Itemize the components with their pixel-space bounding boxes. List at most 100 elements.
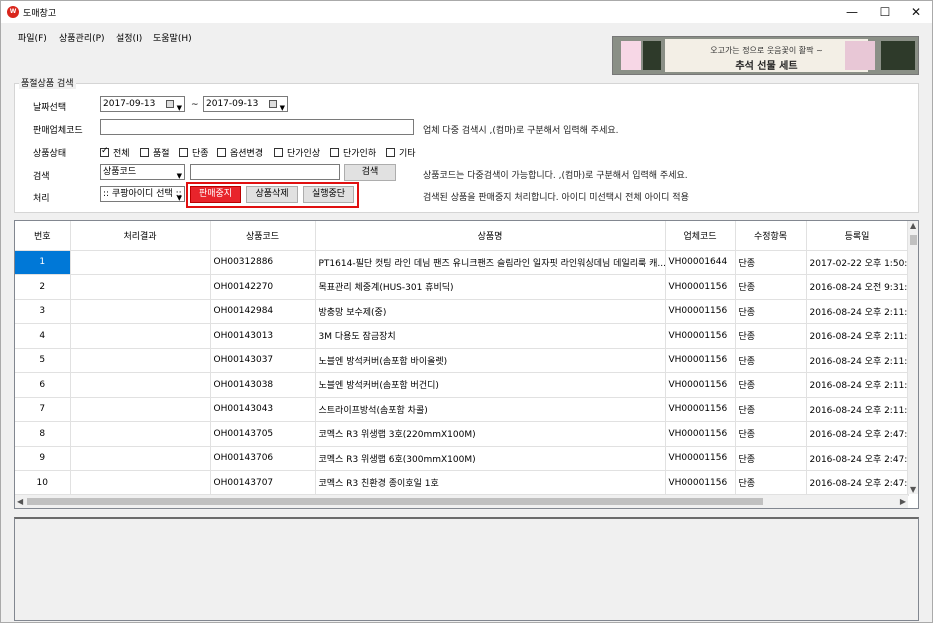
col-header-no[interactable]: 번호 <box>15 221 71 251</box>
menu-file[interactable]: 파일(F) <box>18 31 47 44</box>
table-row[interactable]: 2 OH00142270 목표관리 체중계(HUS-301 휴비딕) VH000011… <box>15 274 909 300</box>
maximize-button[interactable]: ☐ <box>868 1 902 23</box>
date-label: 날짜선택 <box>33 103 67 113</box>
cell-vendor: VH00001156 <box>665 397 736 422</box>
checkbox-icon <box>386 148 395 157</box>
search-group-title: 품절상품 검색 <box>19 76 76 89</box>
gift-box-image <box>621 41 641 70</box>
cell-vendor: VH00001156 <box>665 299 736 324</box>
delete-product-button[interactable]: 상품삭제 <box>246 186 298 203</box>
menu-product[interactable]: 상품관리(P) <box>59 31 105 44</box>
table-row[interactable]: 10 OH00143707 코멕스 R3 친환경 종이호일 1호 VH00001156… <box>15 470 909 496</box>
chevron-down-icon: ▼ <box>176 172 182 180</box>
status-checkbox-price-up[interactable]: 단가인상 <box>274 146 320 159</box>
scroll-down-icon[interactable]: ▼ <box>910 485 916 494</box>
cell-date: 2016-08-24 오후 2:11:00 <box>806 372 909 398</box>
scroll-up-icon[interactable]: ▲ <box>910 221 916 230</box>
checkbox-icon <box>217 148 226 157</box>
status-checkbox-all[interactable]: 전체 <box>100 146 130 159</box>
cell-date: 2016-08-24 오후 2:47:00 <box>806 470 909 496</box>
date-from-value: 2017-09-13 <box>103 99 156 109</box>
date-to-picker[interactable]: 2017-09-13 ▼ <box>203 96 288 112</box>
cell-vendor: VH00001156 <box>665 323 736 349</box>
search-type-select[interactable]: 상품코드 ▼ <box>100 164 185 180</box>
product-grid[interactable]: 번호 처리결과 상품코드 상품명 업체코드 수정항목 등록일 1 OH003128… <box>14 220 919 509</box>
table-row[interactable]: 1 OH00312886 PT1614-필단 컷팅 라인 데님 팬즈 유니크팬즈 슬… <box>15 250 909 275</box>
scroll-right-icon[interactable]: ▶ <box>900 497 906 506</box>
minimize-button[interactable]: — <box>835 1 869 23</box>
search-button[interactable]: 검색 <box>344 164 396 181</box>
chevron-down-icon: ▼ <box>279 104 285 112</box>
table-row[interactable]: 7 OH00143043 스트라이프방석(솜포함 차콜) VH00001156 단종 20… <box>15 397 909 422</box>
menu-help[interactable]: 도움말(H) <box>153 31 192 44</box>
search-type-value: 상품코드 <box>103 167 137 177</box>
status-label: 상품상태 <box>33 149 67 159</box>
col-header-result[interactable]: 처리결과 <box>70 221 211 251</box>
cell-result <box>70 397 211 422</box>
vendor-code-input[interactable] <box>100 119 414 135</box>
table-header-row: 번호 처리결과 상품코드 상품명 업체코드 수정항목 등록일 <box>15 221 909 251</box>
stop-sale-button[interactable]: 판매중지 <box>190 186 241 203</box>
search-input[interactable] <box>190 164 340 180</box>
close-button[interactable]: ✕ <box>899 1 933 23</box>
cell-date: 2016-08-24 오후 2:11:00 <box>806 397 909 422</box>
cell-no: 5 <box>15 348 71 373</box>
abort-button[interactable]: 실행중단 <box>303 186 354 203</box>
search-label: 검색 <box>33 172 50 182</box>
process-hint: 검색된 상품을 판매중지 처리합니다. 아이디 미선택시 전체 아이디 적용 <box>423 193 689 203</box>
col-header-date[interactable]: 등록일 <box>806 221 909 251</box>
process-label: 처리 <box>33 194 50 204</box>
table-row[interactable]: 8 OH00143705 코멕스 R3 위생랩 3호(220mmX100M) VH00… <box>15 421 909 447</box>
vertical-scroll-thumb[interactable] <box>910 235 917 245</box>
col-header-modified[interactable]: 수정항목 <box>735 221 807 251</box>
table-row[interactable]: 3 OH00142984 방충망 보수제(중) VH00001156 단종 2016-08… <box>15 299 909 324</box>
calendar-icon <box>269 100 277 108</box>
horizontal-scrollbar[interactable]: ◀ ▶ <box>15 494 908 508</box>
cell-code: OH00142984 <box>210 299 316 324</box>
date-from-picker[interactable]: 2017-09-13 ▼ <box>100 96 185 112</box>
table-row[interactable]: 4 OH00143013 3M 다용도 잠금장치 VH00001156 단종 2016-0… <box>15 323 909 349</box>
cell-date: 2017-02-22 오후 1:50:00 <box>806 250 909 275</box>
table-row[interactable]: 9 OH00143706 코멕스 R3 위생랩 6호(300mmX100M) VH00… <box>15 446 909 471</box>
chevron-down-icon: ▼ <box>176 194 182 202</box>
cell-code: OH00143013 <box>210 323 316 349</box>
cell-result <box>70 250 211 275</box>
cell-name: 노블엔 방석커버(솜포함 바이올렛) <box>315 348 666 373</box>
cell-result <box>70 372 211 398</box>
promo-banner[interactable]: 오고가는 정으로 웃음꽃이 활짝 ~ 추석 선물 세트 <box>612 36 919 75</box>
cell-date: 2016-08-24 오후 2:47:00 <box>806 446 909 471</box>
horizontal-scroll-thumb[interactable] <box>27 498 763 505</box>
cell-no: 4 <box>15 323 71 349</box>
menu-settings[interactable]: 설정(I) <box>116 31 142 44</box>
status-checkbox-soldout[interactable]: 품절 <box>140 146 170 159</box>
col-header-vendor[interactable]: 업체코드 <box>665 221 736 251</box>
status-checkbox-price-down[interactable]: 단가인하 <box>330 146 376 159</box>
checkbox-icon <box>274 148 283 157</box>
cell-modified: 단종 <box>735 421 807 447</box>
cell-name: 코멕스 R3 친환경 종이호일 1호 <box>315 470 666 496</box>
status-checkbox-discontinued[interactable]: 단종 <box>179 146 209 159</box>
cell-result <box>70 323 211 349</box>
date-to-value: 2017-09-13 <box>206 99 259 109</box>
account-select[interactable]: :: 쿠팡아이디 선택 :: ▼ <box>100 186 185 202</box>
menu-bar: 파일(F) 상품관리(P) 설정(I) 도움말(H) <box>1 27 601 45</box>
account-select-value: :: 쿠팡아이디 선택 :: <box>103 189 182 199</box>
table-row[interactable]: 6 OH00143038 노블엔 방석커버(솜포함 버건디) VH00001156 단종… <box>15 372 909 398</box>
date-separator: ~ <box>191 100 199 110</box>
vendor-hint: 업체 다중 검색시 ,(컴마)로 구분해서 입력해 주세요. <box>423 126 619 136</box>
table-row[interactable]: 5 OH00143037 노블엔 방석커버(솜포함 바이올렛) VH00001156 단… <box>15 348 909 373</box>
col-header-name[interactable]: 상품명 <box>315 221 666 251</box>
gift-box-image <box>643 41 661 70</box>
cell-modified: 단종 <box>735 397 807 422</box>
vertical-scrollbar[interactable]: ▲ ▼ <box>907 221 918 494</box>
status-checkbox-option-change[interactable]: 옵션변경 <box>217 146 263 159</box>
cell-name: 스트라이프방석(솜포함 차콜) <box>315 397 666 422</box>
cell-date: 2016-08-24 오후 2:11:00 <box>806 299 909 324</box>
cell-no: 3 <box>15 299 71 324</box>
checkbox-icon <box>140 148 149 157</box>
col-header-code[interactable]: 상품코드 <box>210 221 316 251</box>
app-logo-icon: W <box>7 6 19 18</box>
scroll-left-icon[interactable]: ◀ <box>17 497 23 506</box>
cell-modified: 단종 <box>735 348 807 373</box>
status-checkbox-etc[interactable]: 기타 <box>386 146 416 159</box>
